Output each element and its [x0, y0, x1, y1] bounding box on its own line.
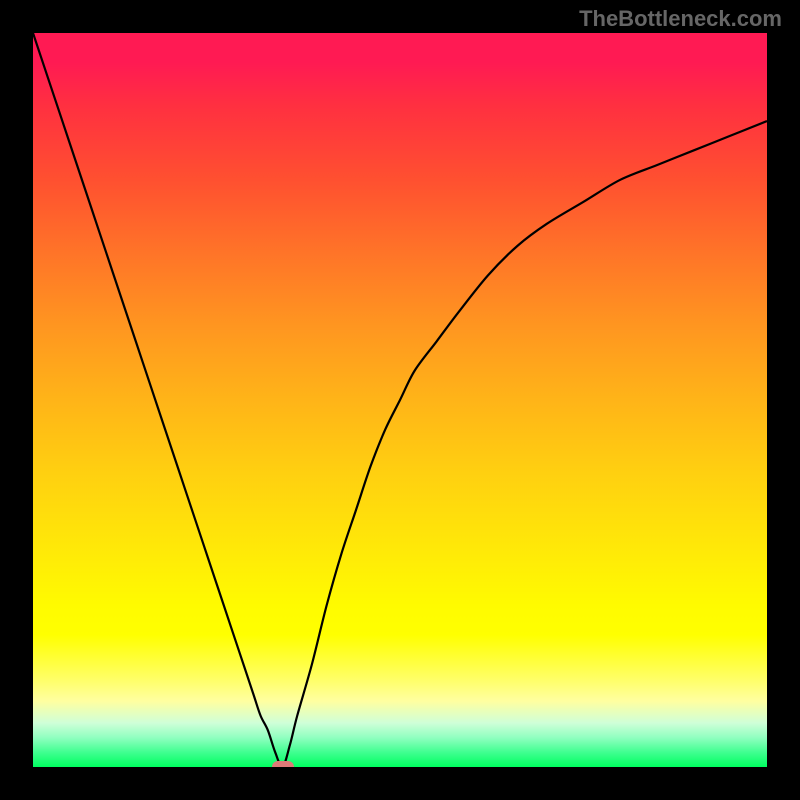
watermark: TheBottleneck.com: [579, 6, 782, 32]
curve-svg: [33, 33, 767, 767]
plot-area: [33, 33, 767, 767]
bottleneck-curve: [33, 33, 767, 767]
chart-container: TheBottleneck.com: [0, 0, 800, 800]
minimum-marker: [272, 761, 294, 767]
